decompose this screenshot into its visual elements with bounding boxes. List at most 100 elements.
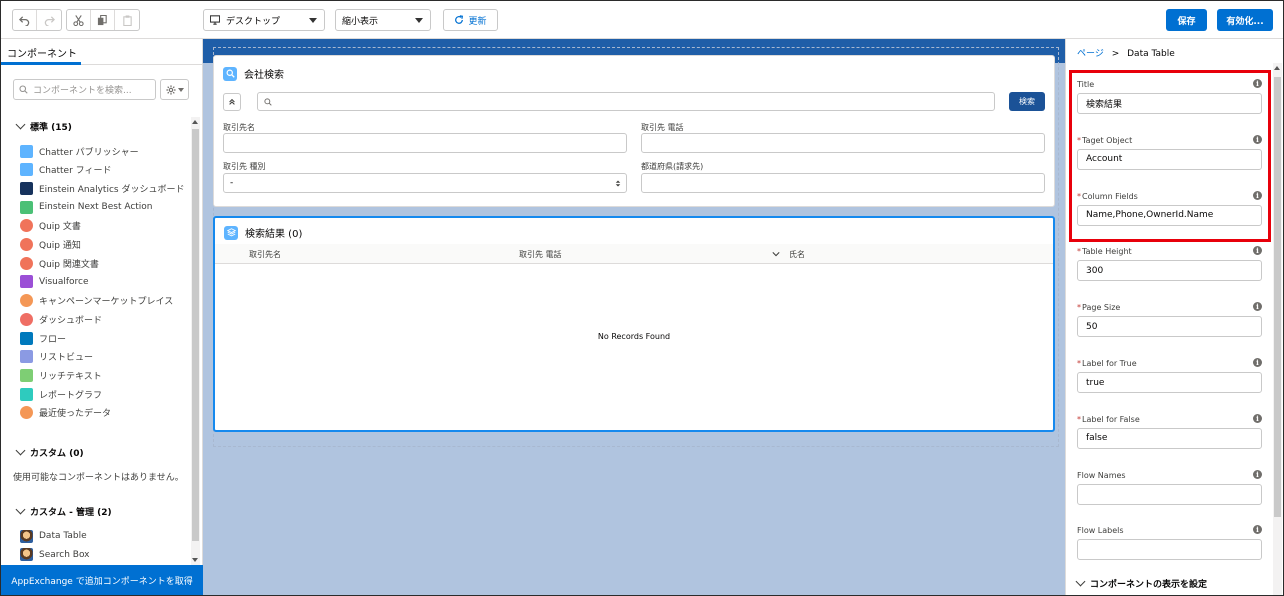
avatar-icon <box>20 529 33 543</box>
refresh-button[interactable]: 更新 <box>443 9 498 31</box>
search-card-header: 会社検索 <box>223 66 284 81</box>
property-input[interactable]: true <box>1077 372 1262 393</box>
standard-component-label: Einstein Next Best Action <box>39 202 153 213</box>
property-input[interactable] <box>1077 539 1262 561</box>
refresh-icon <box>455 15 464 24</box>
paste-button[interactable] <box>115 10 139 30</box>
property-label-text: Page Size <box>1082 303 1121 313</box>
standard-component-item[interactable]: Quip 関連文書 <box>20 256 99 270</box>
standard-component-item[interactable]: Quip 文書 <box>20 219 81 233</box>
standard-component-item[interactable]: Chatter フィード <box>20 163 111 177</box>
device-select-value: デスクトップ <box>226 16 281 27</box>
scroll-up-arrow-icon[interactable] <box>1274 66 1280 70</box>
scroll-down-arrow-icon[interactable] <box>192 558 198 562</box>
keyword-search-input[interactable] <box>257 92 995 111</box>
field-label-billing-state: 都道府県(請求先) <box>641 162 704 171</box>
managed-component-item[interactable]: Search Box <box>20 548 90 562</box>
section-managed-header[interactable]: カスタム - 管理 (2) <box>15 504 112 518</box>
standard-component-label: レポートグラフ <box>39 390 103 401</box>
double-chevron-up-icon <box>229 98 235 105</box>
search-button[interactable]: 検索 <box>1009 92 1045 111</box>
property-input[interactable]: 50 <box>1077 316 1262 338</box>
standard-component-item[interactable]: リッチテキスト <box>20 368 102 382</box>
tab-components[interactable]: コンポーネント <box>1 39 203 65</box>
results-card-header: 検索結果 (0) <box>224 225 302 240</box>
up-down-arrow-icon <box>615 180 621 187</box>
copy-button[interactable] <box>91 10 115 30</box>
active-tab-indicator <box>1 62 81 65</box>
cut-button[interactable] <box>67 10 91 30</box>
section-standard-header[interactable]: 標準 (15) <box>15 119 72 133</box>
quip-icon <box>20 238 33 251</box>
standard-component-item[interactable]: Einstein Next Best Action <box>20 200 153 214</box>
standard-component-item[interactable]: フロー <box>20 331 66 345</box>
toolbar: デスクトップ 縮小表示 更新 保存 有効化... <box>1 1 1283 39</box>
standard-component-item[interactable]: 最近使ったデータ <box>20 406 111 420</box>
view-select[interactable]: 縮小表示 <box>335 9 431 31</box>
left-scrollbar[interactable] <box>191 117 200 565</box>
collapse-button[interactable] <box>223 93 241 111</box>
results-table-header: 取引先名 取引先 電話 氏名 <box>215 244 1053 264</box>
property-input[interactable]: 300 <box>1077 260 1262 282</box>
account-phone-input[interactable] <box>641 133 1045 153</box>
standard-component-item[interactable]: リストビュー <box>20 350 93 364</box>
info-icon[interactable]: i <box>1253 358 1262 367</box>
info-icon[interactable]: i <box>1253 525 1262 535</box>
visibility-section-header[interactable]: コンポーネントの表示を設定 <box>1075 576 1207 590</box>
standard-component-item[interactable]: Quip 通知 <box>20 238 81 252</box>
standard-component-label: Quip 文書 <box>39 222 81 233</box>
device-select[interactable]: デスクトップ <box>203 9 325 31</box>
standard-component-item[interactable]: ダッシュボード <box>20 312 102 326</box>
standard-component-item[interactable]: キャンペーンマーケットプレイス <box>20 294 173 308</box>
standard-component-item[interactable]: Einstein Analytics ダッシュボード <box>20 181 184 195</box>
data-table-component[interactable]: 検索結果 (0) 取引先名 取引先 電話 氏名 No Records Found <box>213 216 1055 432</box>
property-label: *Label for True <box>1077 359 1137 368</box>
column-header-account-phone[interactable]: 取引先 電話 <box>519 249 562 260</box>
redo-button[interactable] <box>37 10 61 30</box>
undo-button[interactable] <box>13 10 37 30</box>
standard-component-item[interactable]: レポートグラフ <box>20 387 102 401</box>
component-search-input[interactable]: コンポーネントを検索... <box>13 79 156 100</box>
scroll-up-arrow-icon[interactable] <box>192 120 198 124</box>
account-type-select[interactable]: - <box>223 173 627 193</box>
info-icon[interactable]: i <box>1253 469 1262 479</box>
right-scrollbar[interactable] <box>1273 63 1282 595</box>
column-header-account-name[interactable]: 取引先名 <box>249 249 281 260</box>
column-header-owner-name[interactable]: 氏名 <box>789 249 805 260</box>
settings-menu-button[interactable] <box>160 79 189 100</box>
results-card-title: 検索結果 (0) <box>245 229 303 240</box>
left-scrollbar-thumb[interactable] <box>192 129 199 541</box>
chevron-down-icon[interactable] <box>772 250 780 258</box>
component-search-placeholder: コンポーネントを検索... <box>33 86 132 96</box>
standard-component-label: リストビュー <box>39 353 94 364</box>
right-scrollbar-thumb[interactable] <box>1274 77 1281 517</box>
billing-state-input[interactable] <box>641 173 1045 193</box>
gauge-icon <box>20 312 33 326</box>
standard-component-item[interactable]: Chatter パブリッシャー <box>20 144 139 158</box>
account-name-input[interactable] <box>223 133 627 153</box>
clock-icon <box>20 406 33 420</box>
search-box-component[interactable]: 会社検索 検索 取引先名 取引先 電話 取引先 種別 - 都道府県(請求先) <box>213 55 1055 207</box>
field-label-account-type: 取引先 種別 <box>223 162 266 171</box>
info-icon[interactable]: i <box>1253 246 1262 256</box>
property-input[interactable]: false <box>1077 427 1262 449</box>
avatar-icon <box>20 548 33 561</box>
info-icon[interactable]: i <box>1253 302 1262 312</box>
breadcrumb: ページ > Data Table <box>1077 46 1175 59</box>
save-button[interactable]: 保存 <box>1166 9 1207 31</box>
managed-component-item[interactable]: Data Table <box>20 529 87 543</box>
activate-button[interactable]: 有効化... <box>1217 9 1273 31</box>
breadcrumb-page-link[interactable]: ページ <box>1077 49 1104 59</box>
field-label-account-phone: 取引先 電話 <box>641 123 684 132</box>
undo-redo-group <box>12 9 62 31</box>
appexchange-link[interactable]: AppExchange で追加コンポーネントを取得 <box>1 565 203 595</box>
standard-component-label: Chatter パブリッシャー <box>39 147 139 158</box>
standard-component-item[interactable]: Visualforce <box>20 275 89 289</box>
property-label-text: Label for False <box>1082 414 1140 424</box>
info-icon[interactable]: i <box>1253 413 1262 423</box>
property-input[interactable] <box>1077 483 1262 505</box>
custom-empty-message: 使用可能なコンポーネントはありません。 <box>13 473 184 483</box>
managed-component-label: Data Table <box>39 531 87 541</box>
section-custom-header[interactable]: カスタム (0) <box>15 445 84 459</box>
chevron-down-icon <box>1075 576 1086 587</box>
